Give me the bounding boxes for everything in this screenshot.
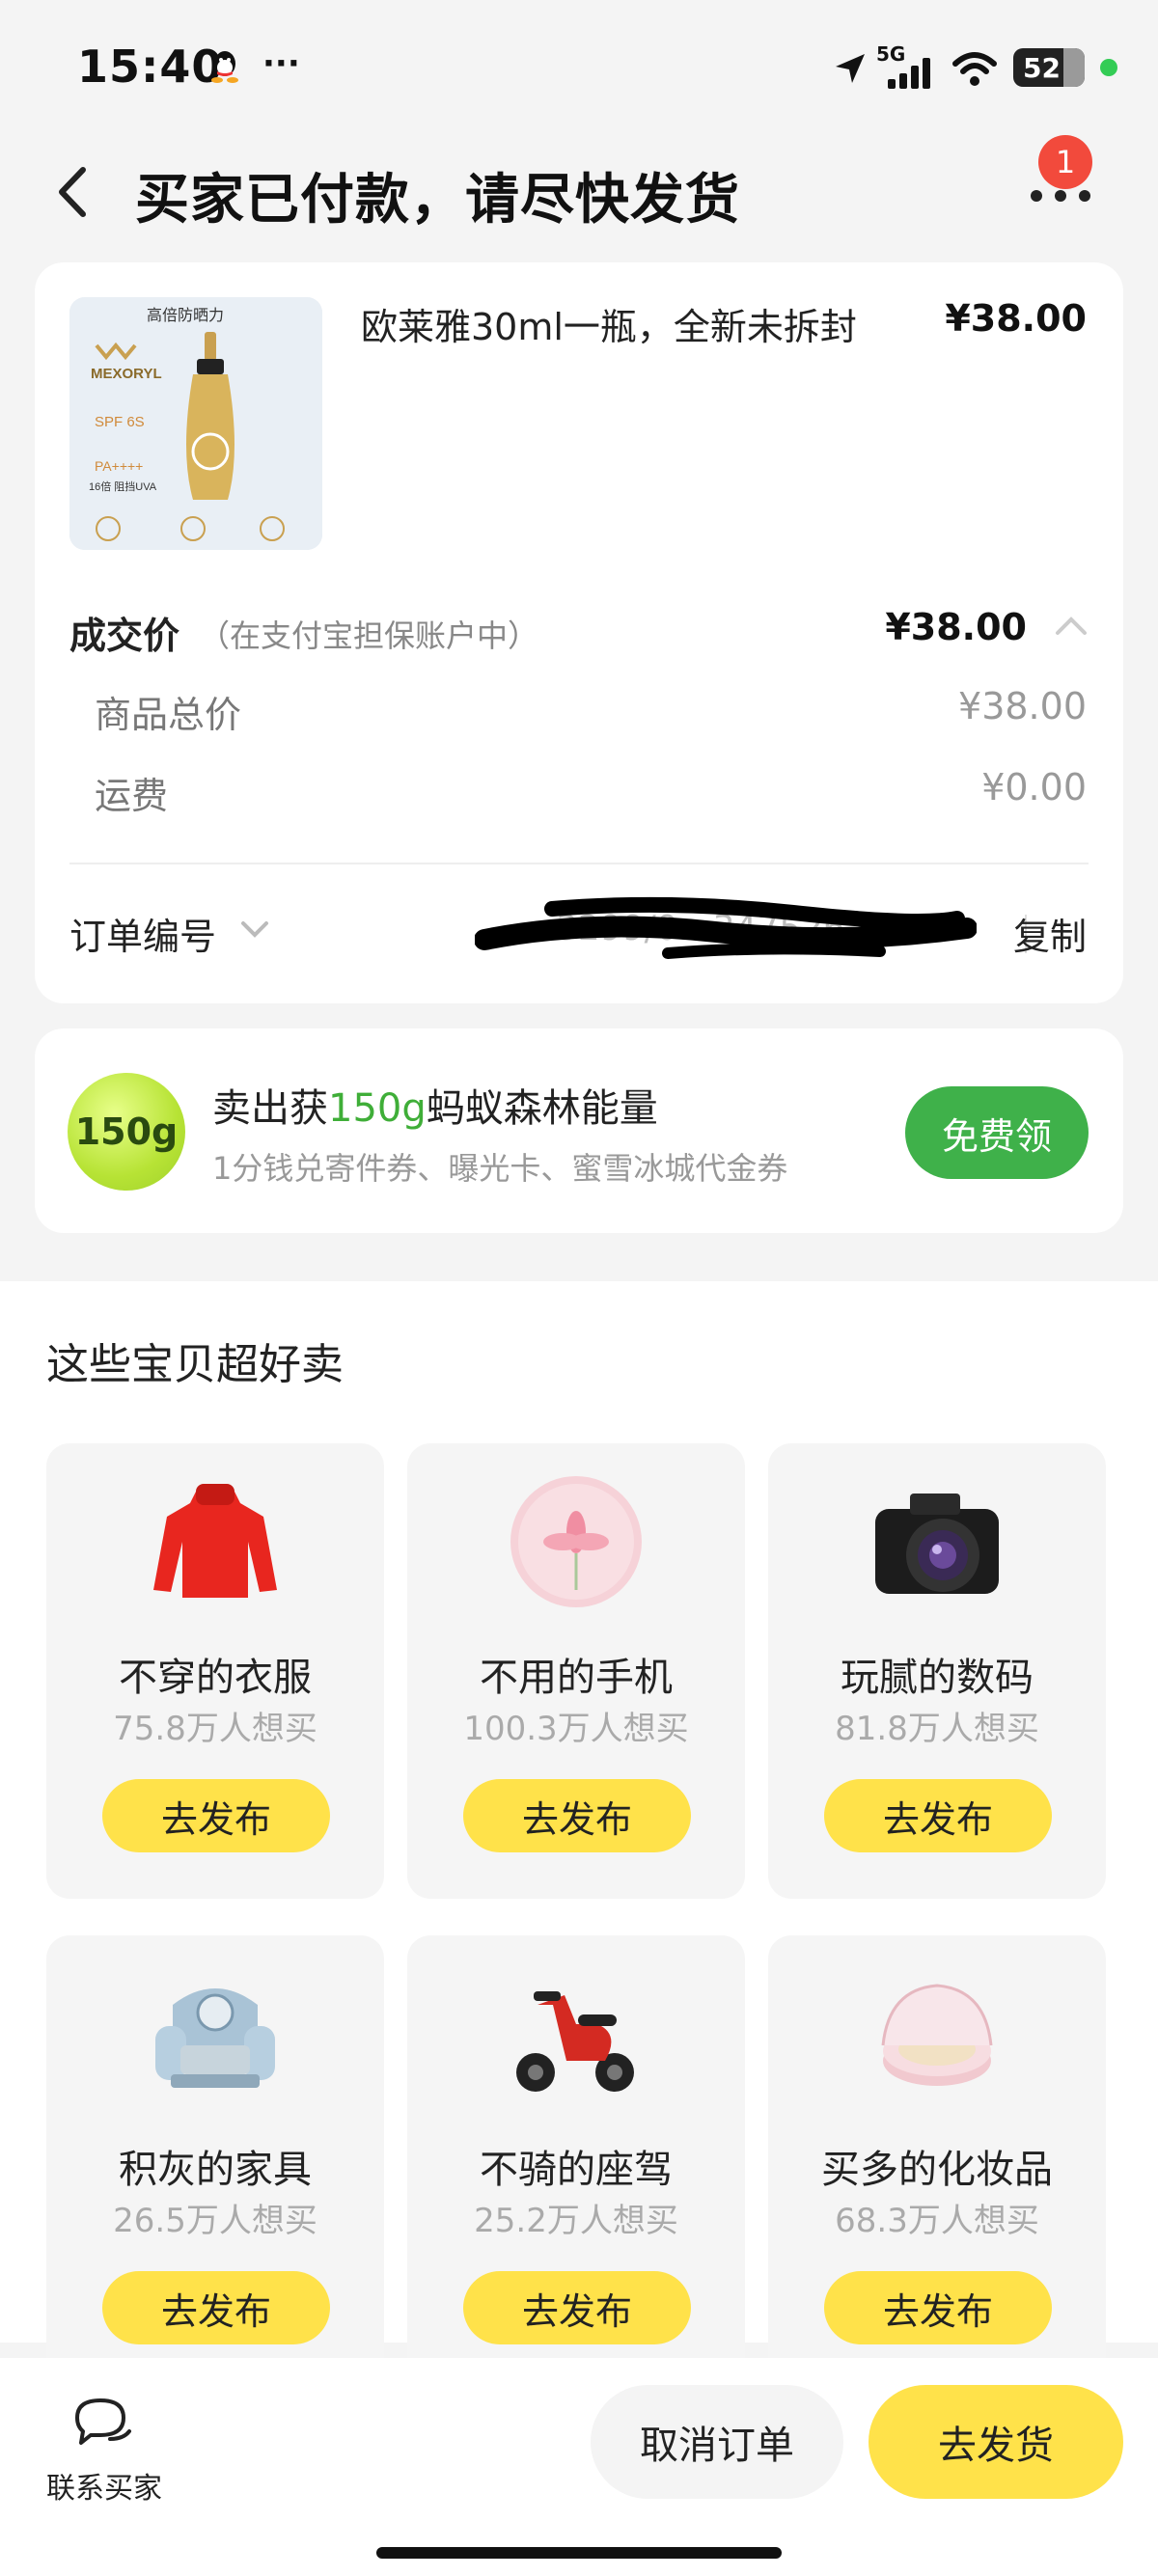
phone-flower-icon <box>510 1476 642 1607</box>
shipping-value: ¥0.00 <box>981 766 1087 808</box>
recommend-tile[interactable]: 不穿的衣服 75.8万人想买 去发布 <box>46 1443 384 1899</box>
signal-icon <box>888 58 930 89</box>
energy-title: 卖出获150g蚂蚁森林能量 <box>212 1086 658 1131</box>
back-icon[interactable] <box>46 158 95 226</box>
wifi-icon <box>952 52 997 86</box>
publish-button[interactable]: 去发布 <box>463 2271 691 2344</box>
qq-icon <box>211 51 238 83</box>
cancel-order-button[interactable]: 取消订单 <box>591 2385 843 2499</box>
chat-icon[interactable] <box>71 2395 135 2449</box>
energy-badge: 150g <box>68 1073 185 1191</box>
image-text-top: 高倍防晒力 <box>147 307 224 324</box>
armchair-icon <box>155 1988 275 2088</box>
product-name[interactable]: 欧莱雅30ml一瓶，全新未拆封 <box>361 297 857 350</box>
recommend-title: 这些宝贝超好卖 <box>46 1340 344 1389</box>
ship-button[interactable]: 去发货 <box>868 2385 1123 2499</box>
goods-total-label: 商品总价 <box>95 694 242 736</box>
recommend-tile[interactable]: 买多的化妆品 68.3万人想买 去发布 <box>768 1935 1106 2391</box>
chevron-up-icon[interactable] <box>1054 614 1089 639</box>
deal-price-label: 成交价 <box>69 615 180 657</box>
recommend-tile[interactable]: 不骑的座驾 25.2万人想买 去发布 <box>407 1935 745 2391</box>
image-text-uva: 16倍 阻挡UVA <box>89 480 157 493</box>
publish-button[interactable]: 去发布 <box>102 2271 330 2344</box>
deal-price-note: （在支付宝担保账户中） <box>199 617 539 654</box>
status-time: 15:40 <box>77 41 224 93</box>
chevron-down-icon[interactable] <box>239 918 270 940</box>
bottom-action-bar: 联系买家 取消订单 去发货 <box>0 2358 1158 2576</box>
publish-button[interactable]: 去发布 <box>102 1779 330 1852</box>
publish-button[interactable]: 去发布 <box>824 2271 1052 2344</box>
order-number-label: 订单编号 <box>69 916 217 958</box>
status-more-icon: ··· <box>262 44 300 83</box>
recommend-tile[interactable]: 不用的手机 100.3万人想买 去发布 <box>407 1443 745 1899</box>
goods-total-value: ¥38.00 <box>958 685 1087 727</box>
copy-button[interactable]: 复制 <box>1013 907 1087 960</box>
recommend-tile[interactable]: 积灰的家具 26.5万人想买 去发布 <box>46 1935 384 2391</box>
header: 买家已付款，请尽快发货 1 <box>0 135 1158 260</box>
scooter-icon <box>516 1991 634 2092</box>
recommend-tile[interactable]: 玩腻的数码 81.8万人想买 去发布 <box>768 1443 1106 1899</box>
image-text-pa: PA++++ <box>95 458 143 474</box>
divider <box>69 863 1089 864</box>
shipping-label: 运费 <box>95 775 169 817</box>
image-text-spf: SPF 6S <box>95 414 145 430</box>
battery-indicator: 52 <box>1013 48 1085 87</box>
notification-badge: 1 <box>1038 135 1092 189</box>
image-text-brand: MEXORYL <box>91 366 162 382</box>
recommend-section: 这些宝贝超好卖 不穿的衣服 75.8万人想买 去发布 不用的手机 100.3万人… <box>0 1281 1158 2391</box>
camera-icon <box>875 1494 999 1594</box>
location-arrow-icon <box>836 54 865 83</box>
energy-card: 150g 卖出获150g蚂蚁森林能量 1分钱兑寄件券、曝光卡、蜜雪冰城代金券 免… <box>35 1028 1123 1233</box>
home-indicator <box>376 2547 782 2559</box>
privacy-dot <box>1100 59 1117 76</box>
page-title: 买家已付款，请尽快发货 <box>135 169 740 232</box>
product-price: ¥38.00 <box>945 297 1087 340</box>
cushion-compact-icon <box>881 1984 993 2086</box>
free-claim-button[interactable]: 免费领 <box>905 1086 1089 1179</box>
status-bar: 15:40 ··· 5G 52 <box>0 0 1158 135</box>
deal-price[interactable]: ¥38.00 <box>885 606 1027 648</box>
product-image[interactable]: 高倍防晒力 MEXORYL SPF 6S PA++++ 16倍 阻挡UVA <box>69 297 322 550</box>
energy-subtitle: 1分钱兑寄件券、曝光卡、蜜雪冰城代金券 <box>212 1150 788 1187</box>
contact-buyer-button[interactable]: 联系买家 <box>46 2464 162 2507</box>
redaction-scribble <box>475 896 977 959</box>
sweater-icon <box>153 1484 277 1598</box>
order-card: 高倍防晒力 MEXORYL SPF 6S PA++++ 16倍 阻挡UVA 欧莱… <box>35 262 1123 1003</box>
publish-button[interactable]: 去发布 <box>463 1779 691 1852</box>
publish-button[interactable]: 去发布 <box>824 1779 1052 1852</box>
